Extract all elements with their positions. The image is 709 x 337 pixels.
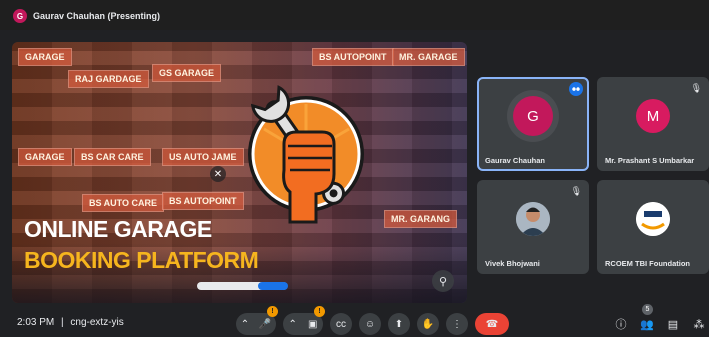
chevron-up-icon[interactable]: ⌃ <box>289 319 297 330</box>
participant-name: Vivek Bhojwani <box>485 259 540 268</box>
speaking-icon: ⦁⦁ <box>569 82 583 96</box>
shop-sign: GARAGE <box>18 48 72 66</box>
call-controls: ⌃ 🎤 ! ⌃ ▣ ! cc ☺ ⬆ ✋ ⋮ ☎ <box>236 306 509 335</box>
mic-alert-badge: ! <box>267 306 278 317</box>
camera-alert-badge: ! <box>314 306 325 317</box>
participant-tile[interactable]: RCOEM TBI Foundation <box>597 180 709 274</box>
clock-time: 2:03 PM <box>17 317 55 328</box>
participant-tile[interactable]: 🎙 Vivek Bhojwani <box>477 180 589 274</box>
meeting-code: cng-extz-yis <box>70 317 124 328</box>
muted-mic-icon: 🎙 <box>570 186 582 196</box>
shop-sign: BS AUTOPOINT <box>162 192 244 210</box>
participant-name: RCOEM TBI Foundation <box>605 259 690 268</box>
end-call-icon[interactable]: ☎ <box>475 313 509 335</box>
shared-screen[interactable]: GARAGE RAJ GARDAGE GS GARAGE BS AUTOPOIN… <box>12 42 467 303</box>
slide-title-line2: BOOKING PLATFORM <box>24 247 259 273</box>
shop-sign: MR. GARAGE <box>392 48 465 66</box>
muted-mic-icon: 🎙 <box>690 83 702 93</box>
participant-tile[interactable]: ⦁⦁ G Gaurav Chauhan <box>477 77 589 171</box>
shop-sign: US AUTO JAME <box>162 148 244 166</box>
camera-control[interactable]: ⌃ ▣ ! <box>283 306 325 335</box>
avatar: M <box>636 99 670 134</box>
chevron-up-icon[interactable]: ⌃ <box>241 319 249 330</box>
shop-sign: GS GARAGE <box>152 64 222 82</box>
zoom-icon[interactable]: ⚲ <box>432 270 454 292</box>
top-bar: G Gaurav Chauhan (Presenting) <box>0 0 709 30</box>
shop-sign: BS AUTOPOINT <box>312 48 394 66</box>
search-bar-button <box>258 282 288 290</box>
raise-hand-icon[interactable]: ✋ <box>417 313 439 335</box>
meeting-info: 2:03 PM | cng-extz-yis <box>17 317 124 328</box>
camera-icon[interactable]: ▣ <box>308 319 317 330</box>
shop-sign: GARAGE <box>18 148 72 166</box>
presenter-avatar: G <box>13 9 27 23</box>
chat-icon[interactable]: ▤ <box>664 314 682 334</box>
bottom-bar: 2:03 PM | cng-extz-yis ⌃ 🎤 ! ⌃ ▣ ! cc ☺ … <box>0 304 709 337</box>
present-icon[interactable]: ⬆ <box>388 313 410 335</box>
side-controls: ⓘ 👥 5 ▤ ⁂ <box>612 304 708 335</box>
presentation-label: Gaurav Chauhan (Presenting) <box>33 11 161 21</box>
shop-sign: BS CAR CARE <box>74 148 151 166</box>
presentation-chip[interactable]: G Gaurav Chauhan (Presenting) <box>13 8 160 24</box>
people-icon[interactable]: 👥 5 <box>638 304 656 334</box>
slide-title-line1: ONLINE GARAGE <box>24 216 212 242</box>
participant-name: Gaurav Chauhan <box>485 156 546 165</box>
mic-control[interactable]: ⌃ 🎤 ! <box>236 306 278 335</box>
people-count-badge: 5 <box>642 304 653 315</box>
participant-name: Mr. Prashant S Umbarkar <box>605 156 695 165</box>
garage-logo <box>244 74 374 224</box>
shop-sign: BS AUTO CARE <box>82 194 165 212</box>
avatar: G <box>513 96 553 137</box>
captions-icon[interactable]: cc <box>330 313 352 335</box>
info-icon[interactable]: ⓘ <box>612 314 630 334</box>
muted-mic-icon: ✕ <box>210 166 226 182</box>
shop-sign: MR. GARANG <box>384 210 457 228</box>
emoji-icon[interactable]: ☺ <box>359 313 381 335</box>
avatar-photo <box>516 202 550 237</box>
person-photo-icon <box>516 202 550 237</box>
activities-icon[interactable]: ⁂ <box>690 314 708 334</box>
avatar-logo <box>636 202 670 237</box>
shop-sign: RAJ GARDAGE <box>68 70 149 88</box>
more-vert-icon[interactable]: ⋮ <box>446 313 468 335</box>
foundation-logo-icon <box>636 202 670 237</box>
microphone-icon[interactable]: 🎤 <box>259 319 271 330</box>
separator: | <box>61 317 64 328</box>
fist-wrench-logo-icon <box>248 85 364 224</box>
participant-tile[interactable]: 🎙 M Mr. Prashant S Umbarkar <box>597 77 709 171</box>
